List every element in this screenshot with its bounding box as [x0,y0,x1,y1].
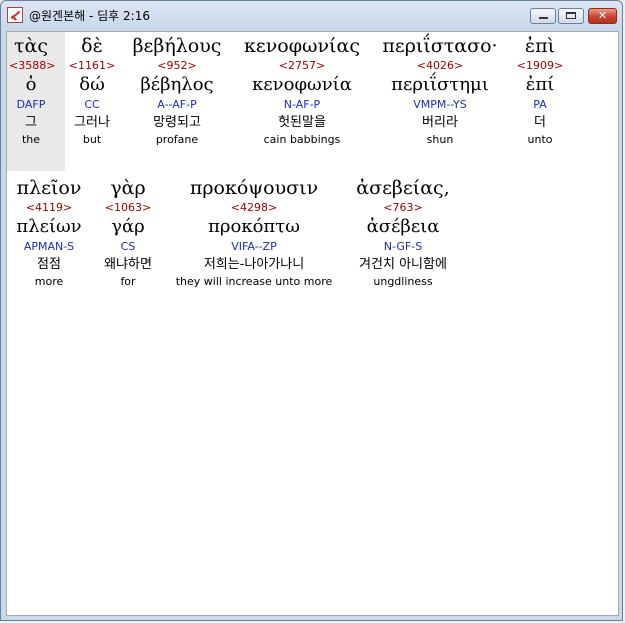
word-column-periistaso[interactable]: περιΐστασο· <4026> περιΐστημι VMPM--YS 버… [373,35,507,147]
word-column-asebeias[interactable]: ἀσεβείας, <763> ἀσέβεια N-GF-S 겨건치 아니함에 … [343,177,463,289]
strong-number: <1063> [104,201,152,214]
english-gloss: ungdliness [373,275,433,288]
parsing-code: N-GF-S [383,240,423,253]
korean-gloss: 점점 [37,257,61,272]
parsing-code: APMAN-S [23,240,75,253]
title-bar[interactable]: @원겐본해 - 딤후 2:16 ✕ [1,1,622,30]
strong-number: <3588> [9,59,56,72]
greek-word: δὲ [81,35,103,57]
greek-word: περιΐστασο· [382,35,498,57]
strong-number: <4026> [416,59,464,72]
english-gloss: more [34,275,64,288]
lexeme: ἐπί [525,74,555,95]
korean-gloss: 버리라 [422,115,458,130]
window-title: @원겐본해 - 딤후 2:16 [29,9,150,23]
word-column-tas[interactable]: τὰς <3588> ὁ DAFP 그 the [9,35,56,147]
english-gloss: they will increase unto more [175,275,333,288]
interlinear-view[interactable]: τὰς <3588> ὁ DAFP 그 the δὲ <1161> δώ CC … [6,31,619,616]
korean-gloss: 겨건치 아니함에 [359,257,447,272]
english-gloss: profane [155,133,199,146]
word-column-kenophonias[interactable]: κενοφωνίας <2757> κενοφωνία N-AF-P 헛된말을 … [235,35,369,147]
lexeme: κενοφωνία [252,74,352,95]
app-window: @원겐본해 - 딤후 2:16 ✕ τὰς <3588> ὁ DAFP 그 th… [0,0,623,621]
minimize-button[interactable] [530,8,556,24]
word-column-bebelous[interactable]: βεβήλους <952> βέβηλος A--AF-P 망령되고 prof… [125,35,229,147]
parsing-code: CC [84,98,100,111]
english-gloss: unto [527,133,553,146]
strong-number: <1161> [68,59,116,72]
greek-word: γὰρ [110,177,146,199]
lexeme: γάρ [111,216,145,237]
parsing-code: DAFP [16,98,46,111]
maximize-button[interactable] [558,8,584,24]
english-gloss: but [82,133,102,146]
korean-gloss: 그 [25,115,37,130]
korean-gloss: 망령되고 [153,115,201,130]
lexeme: προκόπτω [208,216,300,237]
strong-number: <952> [157,59,197,72]
english-gloss: shun [426,133,454,146]
strong-number: <1909> [516,59,564,72]
greek-word: τὰς [14,35,48,57]
korean-gloss: 왜냐하면 [104,257,152,272]
word-column-epi[interactable]: ἐπὶ <1909> ἐπί PA 더 unto [513,35,567,147]
word-column-pleion[interactable]: πλεῖον <4119> πλείων APMAN-S 점점 more [9,177,89,289]
strong-number: <763> [383,201,423,214]
parsing-code: VIFA--ZP [231,240,277,253]
greek-word: ἀσεβείας, [356,177,450,199]
lexeme: περιΐστημι [391,74,489,95]
parsing-code: CS [120,240,136,253]
lexeme: ἀσέβεια [366,216,440,237]
greek-word: βεβήλους [132,35,222,57]
word-column-gar[interactable]: γὰρ <1063> γάρ CS 왜냐하면 for [95,177,161,289]
lexeme: βέβηλος [140,74,214,95]
strong-number: <4119> [25,201,73,214]
english-gloss: cain babbings [263,133,341,146]
strong-number: <2757> [278,59,326,72]
korean-gloss: 더 [534,115,546,130]
parsing-code: PA [533,98,547,111]
greek-word: προκόψουσιν [189,177,319,199]
lexeme: δώ [79,74,105,95]
close-icon: ✕ [597,9,608,22]
korean-gloss: 헛된말을 [278,115,326,130]
greek-word: κενοφωνίας [244,35,360,57]
korean-gloss: 저희는-나아가나니 [203,257,305,272]
parsing-code: N-AF-P [283,98,321,111]
minimize-icon [539,17,548,19]
greek-word: ἐπὶ [524,35,556,57]
close-button[interactable]: ✕ [588,8,617,24]
english-gloss: for [120,275,136,288]
word-column-prokopsousin[interactable]: προκόψουσιν <4298> προκόπτω VIFA--ZP 저희는… [169,177,339,289]
word-column-de[interactable]: δὲ <1161> δώ CC 그러나 but [67,35,117,147]
greek-word: πλεῖον [16,177,82,199]
parsing-code: VMPM--YS [413,98,467,111]
parsing-code: A--AF-P [157,98,197,111]
app-icon[interactable] [7,7,23,23]
lexeme: ὁ [25,74,37,95]
english-gloss: the [21,133,41,146]
strong-number: <4298> [230,201,278,214]
maximize-icon [566,12,576,19]
lexeme: πλείων [16,216,82,237]
korean-gloss: 그러나 [74,115,110,130]
